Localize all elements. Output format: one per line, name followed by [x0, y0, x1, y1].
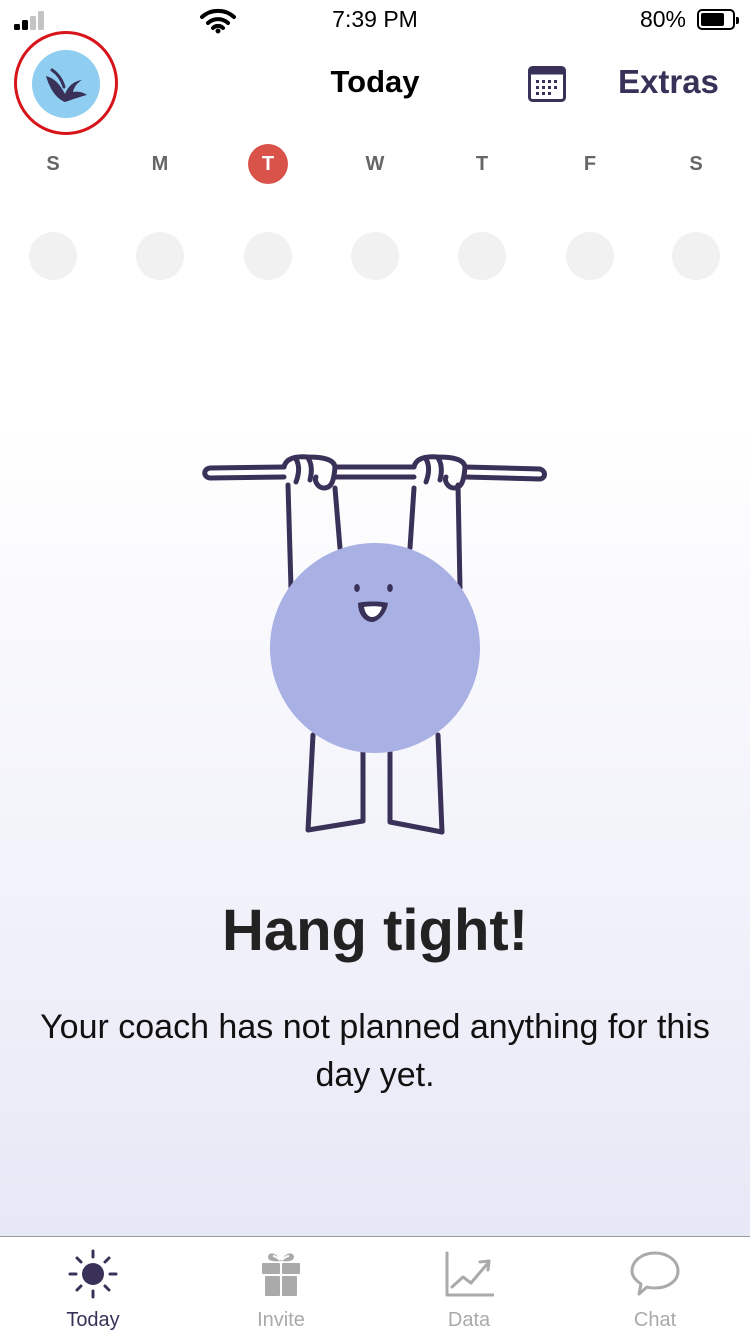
tab-label: Today: [66, 1309, 120, 1331]
gift-icon: [262, 1253, 300, 1296]
tab-data[interactable]: Data: [394, 1237, 544, 1335]
hanging-character-illustration: [202, 454, 547, 835]
tab-chat[interactable]: Chat: [580, 1237, 730, 1335]
day-saturday[interactable]: S: [676, 144, 716, 184]
progress-dot: [29, 232, 77, 280]
tab-label: Chat: [633, 1309, 677, 1331]
empty-state-message: Your coach has not planned anything for …: [40, 1008, 710, 1094]
tab-label: Data: [447, 1309, 491, 1331]
tab-label: Invite: [257, 1309, 305, 1331]
empty-state-heading: Hang tight!: [221, 898, 529, 963]
status-bar: 7:39 PM 80%: [0, 0, 750, 40]
sun-icon: [68, 1249, 118, 1299]
day-progress-dots: [0, 232, 750, 280]
progress-dot: [244, 232, 292, 280]
day-thursday[interactable]: T: [462, 144, 502, 184]
chart-icon: [445, 1251, 494, 1297]
bottom-tab-bar: Today Invite Data Chat: [0, 1236, 750, 1334]
progress-dot: [566, 232, 614, 280]
progress-dot: [136, 232, 184, 280]
progress-dot: [672, 232, 720, 280]
week-day-selector: S M T W T F S: [0, 144, 750, 184]
chat-bubble-icon: [630, 1251, 680, 1296]
day-wednesday[interactable]: W: [355, 144, 395, 184]
battery-icon: [697, 9, 739, 30]
tab-today[interactable]: Today: [18, 1237, 168, 1335]
tab-invite[interactable]: Invite: [206, 1237, 356, 1335]
status-time: 7:39 PM: [332, 6, 418, 32]
progress-dot: [351, 232, 399, 280]
calendar-icon: [528, 66, 566, 102]
day-friday[interactable]: F: [570, 144, 610, 184]
day-sunday[interactable]: S: [33, 144, 73, 184]
day-tuesday-selected[interactable]: T: [248, 144, 288, 184]
battery-percentage: 80%: [639, 6, 686, 32]
progress-dot: [458, 232, 506, 280]
calendar-button[interactable]: [528, 66, 566, 102]
extras-button[interactable]: Extras: [618, 63, 719, 101]
day-monday[interactable]: M: [140, 144, 180, 184]
